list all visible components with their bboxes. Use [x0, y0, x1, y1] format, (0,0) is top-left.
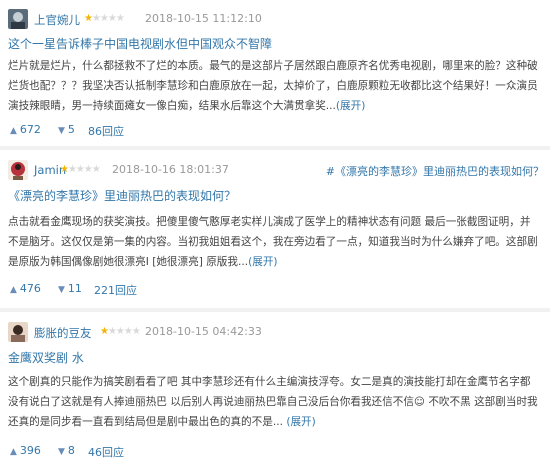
review-title[interactable]: 这个一星告诉棒子中国电视剧水但中国观众不智障: [8, 35, 272, 52]
expand-link[interactable]: (展开): [286, 416, 315, 428]
rating-stars: ★★★★★: [60, 164, 101, 175]
avatar[interactable]: [8, 322, 28, 342]
arrow-up-icon: ▲: [10, 126, 17, 136]
downvote-button[interactable]: ▼ 8: [58, 444, 75, 457]
arrow-down-icon: ▼: [58, 126, 65, 136]
review-card: 膨胀的豆友 ★★★★★ 2018-10-15 04:42:33 金鹰双奖剧 水 …: [0, 313, 550, 467]
username[interactable]: 膨胀的豆友: [34, 325, 92, 341]
review-title[interactable]: 《漂亮的李慧珍》里迪丽热巴的表现如何？: [8, 187, 236, 204]
arrow-down-icon: ▼: [58, 447, 65, 457]
review-title[interactable]: 金鹰双奖剧 水: [8, 349, 84, 366]
review-body: 点击就看金鹰现场的获奖演技。把傻里傻气憨厚老实样儿演成了医学上的精神状态有问题 …: [8, 216, 538, 268]
replies-link[interactable]: 86回应: [88, 123, 124, 139]
arrow-down-icon: ▼: [58, 285, 65, 295]
avatar[interactable]: [8, 160, 28, 180]
timestamp: 2018-10-15 04:42:33: [145, 325, 262, 338]
arrow-up-icon: ▲: [10, 447, 17, 457]
expand-link[interactable]: (展开): [248, 256, 277, 268]
avatar[interactable]: [8, 9, 28, 29]
upvote-button[interactable]: ▲ 476: [10, 282, 41, 295]
replies-link[interactable]: 221回应: [94, 282, 137, 298]
expand-link[interactable]: (展开): [336, 100, 365, 112]
divider: [0, 308, 550, 312]
downvote-button[interactable]: ▼ 5: [58, 123, 75, 136]
timestamp: 2018-10-15 11:12:10: [145, 12, 262, 25]
arrow-up-icon: ▲: [10, 285, 17, 295]
rating-stars: ★★★★★: [100, 326, 141, 337]
topic-link[interactable]: #《漂亮的李慧珍》里迪丽热巴的表现如何？: [326, 163, 544, 179]
review-card: Jamin ★★★★★ 2018-10-16 18:01:37 #《漂亮的李慧珍…: [0, 150, 550, 313]
review-card: 上官婉儿 ★★★★★ 2018-10-15 11:12:10 这个一星告诉棒子中…: [0, 0, 550, 150]
review-body: 烂片就是烂片，什么都拯救不了烂的本质。最气的是这部片子居然跟白鹿原齐名优秀电视剧…: [8, 60, 538, 112]
review-body: 这个剧真的只能作为搞笑剧看看了吧 其中李慧珍还有什么主编演技浮夸。女二是真的演技…: [8, 376, 538, 428]
rating-stars: ★★★★★: [84, 13, 125, 24]
upvote-button[interactable]: ▲ 396: [10, 444, 41, 457]
downvote-button[interactable]: ▼ 11: [58, 282, 82, 295]
timestamp: 2018-10-16 18:01:37: [112, 163, 229, 176]
replies-link[interactable]: 46回应: [88, 444, 124, 460]
username[interactable]: 上官婉儿: [34, 12, 80, 28]
upvote-button[interactable]: ▲ 672: [10, 123, 41, 136]
